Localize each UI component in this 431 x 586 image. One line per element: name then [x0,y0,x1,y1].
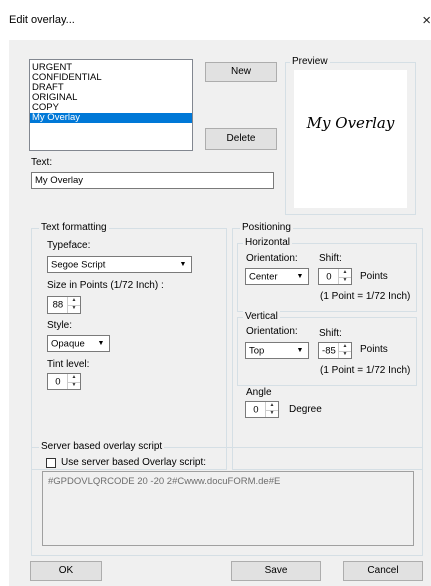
text-field-input[interactable]: My Overlay [31,172,274,189]
tint-stepper[interactable]: 0 ▲ ▼ [47,373,81,390]
horizontal-unit-label: Points [360,271,388,282]
horizontal-orientation-value: Center [249,271,278,282]
horizontal-shift-stepper[interactable]: 0 ▲ ▼ [318,268,352,285]
angle-value: 0 [253,404,259,415]
delete-button[interactable]: Delete [205,128,277,150]
server-script-checkbox-label[interactable]: Use server based Overlay script: [61,457,206,468]
chevron-down-icon: ▼ [97,340,105,347]
vertical-shift-stepper[interactable]: -85 ▲ ▼ [318,342,352,359]
spin-down-icon[interactable]: ▼ [339,351,351,359]
title-bar: Edit overlay... × [0,0,431,40]
edit-overlay-dialog: Edit overlay... × URGENT CONFIDENTIAL DRAF… [0,0,431,586]
angle-unit-label: Degree [289,404,322,415]
positioning-group-label: Positioning [240,222,293,233]
style-value: Opaque [51,338,85,349]
save-button[interactable]: Save [231,561,321,581]
vertical-shift-value: -85 [322,345,336,356]
chevron-down-icon: ▼ [296,347,304,354]
size-value: 88 [52,299,64,311]
horizontal-shift-value: 0 [326,271,332,282]
overlay-list[interactable]: URGENT CONFIDENTIAL DRAFT ORIGINAL COPY My Ov… [29,59,193,151]
preview-text: My Overlay [306,114,395,132]
vertical-group-label: Vertical [243,311,280,322]
vertical-unit-label: Points [360,344,388,355]
dialog-body: URGENT CONFIDENTIAL DRAFT ORIGINAL COPY My Ov… [9,40,431,586]
text-formatting-group-label: Text formatting [39,222,109,233]
list-item[interactable]: My Overlay [30,113,192,123]
ok-button[interactable]: OK [30,561,102,581]
server-script-group-label: Server based overlay script [39,441,165,452]
style-label: Style: [47,320,73,331]
vertical-shift-label: Shift: [319,328,342,339]
horizontal-shift-label: Shift: [319,253,342,264]
text-field-label: Text: [31,157,53,168]
tint-value: 0 [55,376,61,387]
preview-canvas: My Overlay [294,70,407,208]
window-title: Edit overlay... [9,14,75,26]
typeface-select[interactable]: Segoe Script ▼ [47,256,192,273]
size-label: Size in Points (1/72 Inch) : [47,280,164,291]
vertical-unit-note: (1 Point = 1/72 Inch) [320,365,411,376]
angle-stepper[interactable]: 0 ▲ ▼ [245,401,279,418]
server-script-textarea[interactable]: #GPDOVLQRCODE 20 -20 2#Cwww.docuFORM.de#… [42,471,414,546]
vertical-orientation-value: Top [249,345,265,356]
horizontal-orientation-select[interactable]: Center ▼ [245,268,309,285]
size-stepper[interactable]: 88 ▲ ▼ [47,296,81,314]
server-script-checkbox[interactable] [46,458,56,468]
chevron-down-icon: ▼ [179,261,187,268]
vertical-orientation-label: Orientation: [246,326,298,337]
spin-down-icon[interactable]: ▼ [68,305,80,313]
spin-down-icon[interactable]: ▼ [339,277,351,285]
angle-label: Angle [246,387,272,398]
chevron-down-icon: ▼ [296,273,304,280]
horizontal-unit-note: (1 Point = 1/72 Inch) [320,291,411,302]
new-button[interactable]: New [205,62,277,82]
spin-down-icon[interactable]: ▼ [68,382,80,390]
typeface-value: Segoe Script [51,259,106,270]
style-select[interactable]: Opaque ▼ [47,335,110,352]
tint-label: Tint level: [47,359,90,370]
horizontal-orientation-label: Orientation: [246,253,298,264]
vertical-orientation-select[interactable]: Top ▼ [245,342,309,359]
typeface-label: Typeface: [47,240,91,251]
spin-down-icon[interactable]: ▼ [266,410,278,418]
cancel-button[interactable]: Cancel [343,561,423,581]
preview-group-label: Preview [290,56,330,67]
close-icon[interactable]: × [416,8,431,34]
horizontal-group-label: Horizontal [243,237,293,248]
